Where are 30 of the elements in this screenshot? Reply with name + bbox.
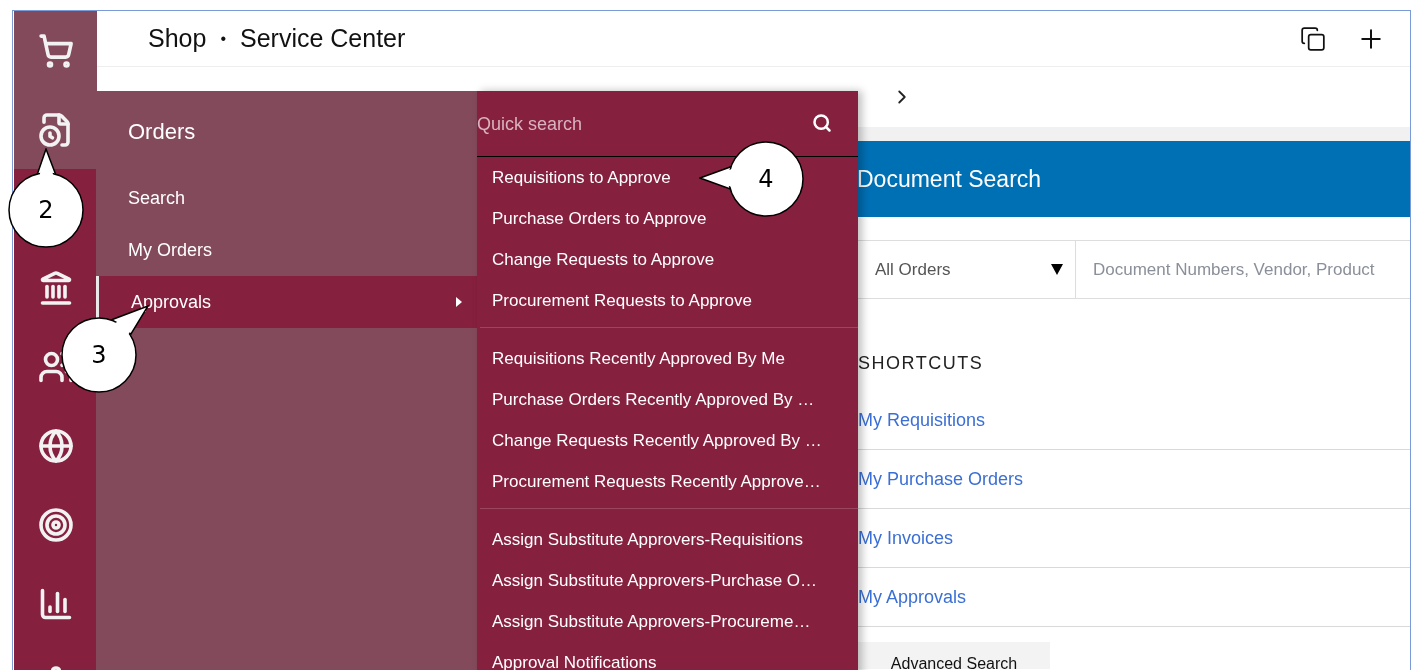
submenu-item[interactable]: Assign Substitute Approvers-Purchase O… bbox=[492, 560, 818, 601]
app-title: Shop • Service Center bbox=[148, 22, 406, 54]
advanced-search-button[interactable]: Advanced Search bbox=[858, 642, 1050, 669]
shortcut-link[interactable]: My Requisitions bbox=[858, 406, 986, 434]
submenu-item[interactable]: Change Requests to Approve bbox=[492, 239, 715, 280]
submenu-item[interactable]: Purchase Orders Recently Approved By … bbox=[492, 379, 815, 420]
document-search-field[interactable]: Document Numbers, Vendor, Product bbox=[1076, 241, 1410, 298]
globe-icon bbox=[37, 427, 74, 464]
sidebar-item[interactable] bbox=[14, 11, 97, 90]
dropdown-caret-icon bbox=[1051, 264, 1063, 275]
shortcuts-heading: SHORTCUTS bbox=[858, 352, 985, 375]
shortcut-link[interactable]: My Invoices bbox=[858, 524, 954, 552]
target-icon bbox=[37, 506, 74, 543]
cart-icon bbox=[37, 32, 74, 69]
shortcut-link[interactable]: My Approvals bbox=[858, 583, 967, 611]
search-icon[interactable] bbox=[812, 113, 832, 133]
submenu-item[interactable]: Requisitions to Approve bbox=[492, 157, 671, 198]
menu-title: Orders bbox=[127, 118, 197, 146]
submenu-item[interactable]: Procurement Requests Recently Approve… bbox=[492, 461, 821, 502]
shortcut-link[interactable]: My Purchase Orders bbox=[858, 465, 1024, 493]
quick-search-field[interactable]: Quick search bbox=[477, 111, 812, 138]
copy-icon[interactable] bbox=[1300, 25, 1326, 52]
menu-item[interactable]: My Orders bbox=[96, 224, 477, 276]
submenu-item[interactable]: Assign Substitute Approvers-Requisitions bbox=[492, 519, 803, 560]
banner-title: Document Search bbox=[857, 164, 1042, 194]
submenu-item[interactable]: Procurement Requests to Approve bbox=[492, 280, 752, 321]
submenu-item[interactable]: Assign Substitute Approvers-Procureme… bbox=[492, 601, 811, 642]
menu-item[interactable]: Search bbox=[96, 172, 477, 224]
submenu-item[interactable]: Change Requests Recently Approved By … bbox=[492, 420, 822, 461]
submenu-item[interactable]: Requisitions Recently Approved By Me bbox=[492, 338, 785, 379]
